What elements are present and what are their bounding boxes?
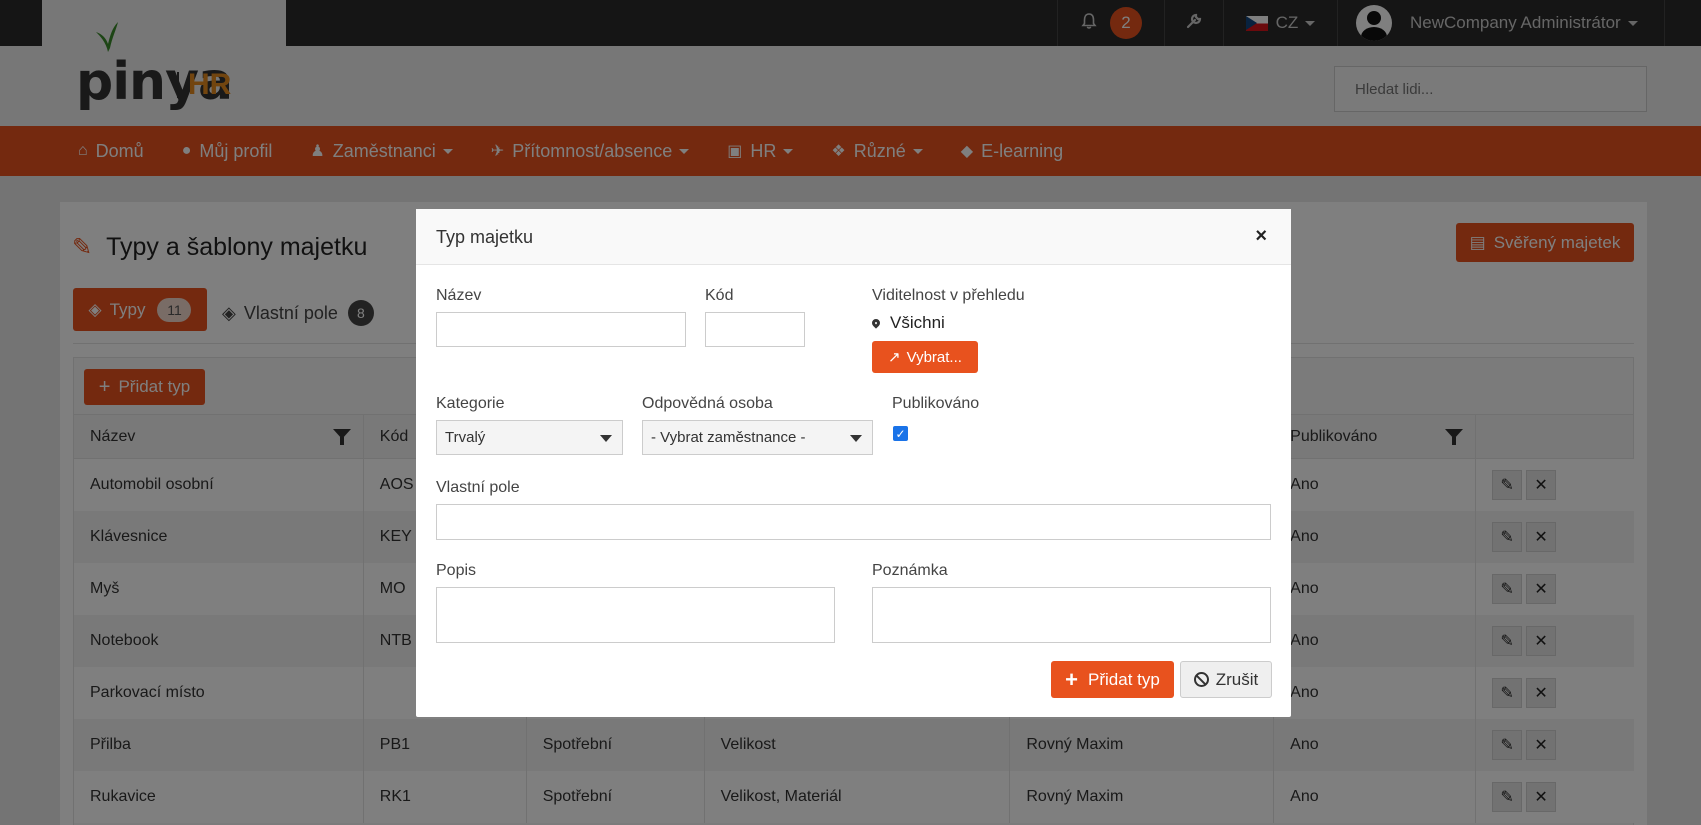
caret-down-icon — [850, 435, 862, 442]
ban-icon — [1193, 672, 1209, 687]
responsible-person-select[interactable]: - Vybrat zaměstnance - — [642, 420, 873, 455]
visibility-value-text: Všichni — [890, 313, 945, 332]
caret-down-icon — [600, 435, 612, 442]
responsible-selected-value: - Vybrat zaměstnance - — [651, 429, 806, 446]
cancel-button[interactable]: Zrušit — [1180, 661, 1272, 698]
button-label: Vybrat... — [906, 348, 962, 366]
map-marker-icon — [870, 317, 882, 329]
asset-type-dialog: Typ majetku × Název Kód Viditelnost v př… — [416, 209, 1291, 717]
external-link-icon: ↗ — [888, 349, 901, 366]
close-icon[interactable]: × — [1255, 225, 1267, 248]
dialog-title: Typ majetku — [436, 227, 534, 247]
visibility-label: Viditelnost v přehledu — [872, 287, 1025, 304]
code-input[interactable] — [705, 312, 805, 347]
description-label: Popis — [436, 562, 477, 579]
note-textarea[interactable] — [872, 587, 1271, 643]
published-checkbox[interactable]: ✓ — [893, 426, 908, 441]
button-label: Zrušit — [1215, 669, 1259, 689]
custom-fields-input[interactable] — [436, 504, 1271, 540]
responsible-person-label: Odpovědná osoba — [642, 395, 773, 412]
button-label: Přidat typ — [1088, 669, 1160, 689]
category-select[interactable]: Trvalý — [436, 420, 623, 455]
description-textarea[interactable] — [436, 587, 835, 643]
select-visibility-button[interactable]: ↗ Vybrat... — [872, 341, 978, 373]
visibility-value: Všichni — [870, 313, 945, 333]
category-label: Kategorie — [436, 395, 505, 412]
code-label: Kód — [705, 287, 734, 304]
plus-icon: + — [1065, 666, 1079, 692]
name-input[interactable] — [436, 312, 686, 347]
name-label: Název — [436, 287, 482, 304]
published-label: Publikováno — [892, 395, 980, 412]
category-selected-value: Trvalý — [445, 429, 486, 446]
add-type-submit-button[interactable]: + Přidat typ — [1051, 661, 1174, 698]
dialog-header: Typ majetku × — [416, 209, 1291, 265]
custom-fields-label: Vlastní pole — [436, 479, 520, 496]
note-label: Poznámka — [872, 562, 948, 579]
